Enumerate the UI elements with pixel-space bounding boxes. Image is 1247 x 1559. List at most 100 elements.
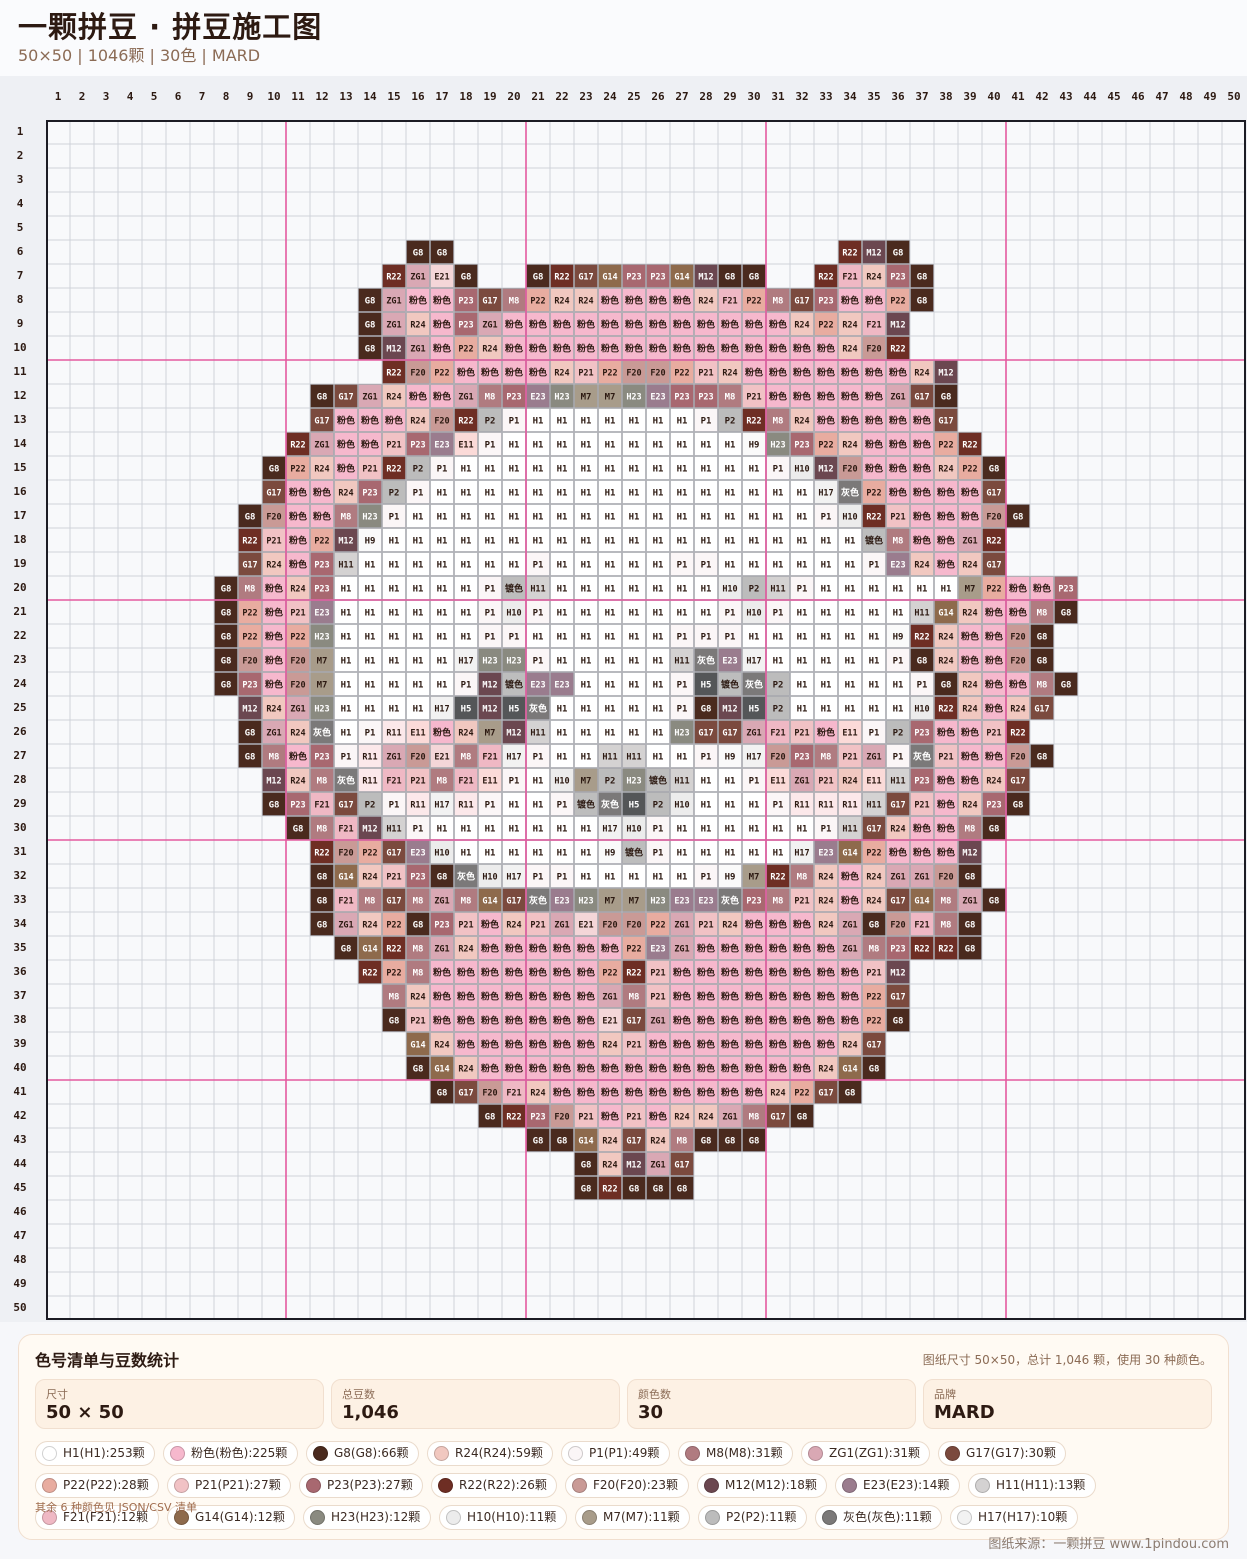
bead-cell[interactable]: H1 [454, 840, 478, 864]
bead-cell[interactable]: 粉色 [958, 744, 982, 768]
bead-cell[interactable]: M8 [502, 288, 526, 312]
bead-cell[interactable]: R24 [670, 1104, 694, 1128]
bead-cell[interactable]: G17 [574, 264, 598, 288]
bead-cell[interactable]: P1 [646, 816, 670, 840]
bead-cell[interactable]: H1 [574, 648, 598, 672]
bead-cell[interactable]: 粉色 [502, 1032, 526, 1056]
bead-cell[interactable]: H1 [790, 624, 814, 648]
bead-cell[interactable]: H1 [622, 672, 646, 696]
bead-cell[interactable]: G8 [958, 936, 982, 960]
bead-cell[interactable]: H1 [670, 816, 694, 840]
bead-cell[interactable]: R22 [934, 936, 958, 960]
bead-cell[interactable]: G8 [790, 1104, 814, 1128]
bead-cell[interactable]: E23 [310, 600, 334, 624]
bead-cell[interactable]: F21 [502, 1080, 526, 1104]
bead-cell[interactable]: R24 [814, 912, 838, 936]
bead-cell[interactable]: H1 [550, 576, 574, 600]
bead-cell[interactable]: M12 [718, 696, 742, 720]
bead-cell[interactable]: G8 [1006, 792, 1030, 816]
bead-cell[interactable]: 粉色 [958, 768, 982, 792]
bead-cell[interactable]: H17 [430, 792, 454, 816]
bead-cell[interactable]: P1 [886, 744, 910, 768]
bead-cell[interactable]: H1 [694, 600, 718, 624]
bead-cell[interactable]: H1 [502, 432, 526, 456]
bead-cell[interactable]: H1 [550, 552, 574, 576]
bead-cell[interactable]: ZG1 [382, 744, 406, 768]
bead-cell[interactable]: H23 [622, 768, 646, 792]
bead-cell[interactable]: G8 [526, 1128, 550, 1152]
bead-cell[interactable]: M12 [862, 240, 886, 264]
bead-cell[interactable]: F20 [430, 408, 454, 432]
bead-cell[interactable]: H1 [790, 672, 814, 696]
bead-cell[interactable]: 粉色 [598, 288, 622, 312]
bead-cell[interactable]: 粉色 [430, 384, 454, 408]
bead-cell[interactable]: 粉色 [598, 312, 622, 336]
bead-cell[interactable]: H1 [430, 576, 454, 600]
color-chip[interactable]: P21(P21):27颗 [167, 1473, 291, 1498]
bead-cell[interactable]: R24 [838, 432, 862, 456]
bead-cell[interactable]: H10 [502, 600, 526, 624]
bead-cell[interactable]: F21 [718, 288, 742, 312]
bead-cell[interactable]: H1 [790, 480, 814, 504]
bead-cell[interactable]: 粉色 [550, 1032, 574, 1056]
bead-cell[interactable]: P1 [454, 672, 478, 696]
bead-cell[interactable]: R24 [958, 672, 982, 696]
bead-cell[interactable]: R22 [358, 960, 382, 984]
bead-cell[interactable]: 粉色 [550, 936, 574, 960]
bead-cell[interactable]: H1 [406, 624, 430, 648]
bead-cell[interactable]: G14 [934, 600, 958, 624]
bead-cell[interactable]: 粉色 [670, 288, 694, 312]
bead-cell[interactable]: P23 [694, 384, 718, 408]
bead-cell[interactable]: H1 [766, 528, 790, 552]
bead-cell[interactable]: ZG1 [430, 936, 454, 960]
bead-cell[interactable]: F20 [838, 456, 862, 480]
bead-cell[interactable]: H1 [550, 600, 574, 624]
bead-cell[interactable]: 灰色 [598, 792, 622, 816]
bead-cell[interactable]: R24 [286, 576, 310, 600]
bead-cell[interactable]: P22 [598, 960, 622, 984]
bead-cell[interactable]: 粉色 [286, 744, 310, 768]
bead-cell[interactable]: R24 [574, 288, 598, 312]
bead-cell[interactable]: R22 [934, 696, 958, 720]
bead-cell[interactable]: P1 [670, 696, 694, 720]
bead-cell[interactable]: M8 [406, 936, 430, 960]
bead-cell[interactable]: P1 [670, 552, 694, 576]
bead-cell[interactable]: P23 [622, 264, 646, 288]
bead-cell[interactable]: H1 [574, 600, 598, 624]
bead-cell[interactable]: R24 [838, 312, 862, 336]
bead-cell[interactable]: H1 [502, 840, 526, 864]
bead-cell[interactable]: R22 [742, 408, 766, 432]
bead-cell[interactable]: R24 [646, 1128, 670, 1152]
bead-cell[interactable]: H1 [622, 864, 646, 888]
bead-cell[interactable]: 灰色 [334, 768, 358, 792]
bead-cell[interactable]: 粉色 [454, 1008, 478, 1032]
bead-cell[interactable]: 粉色 [1030, 576, 1054, 600]
bead-cell[interactable]: H1 [646, 432, 670, 456]
bead-cell[interactable]: H1 [382, 528, 406, 552]
bead-cell[interactable]: P1 [358, 720, 382, 744]
bead-cell[interactable]: H1 [814, 600, 838, 624]
bead-cell[interactable]: H1 [358, 624, 382, 648]
bead-cell[interactable]: 粉色 [262, 648, 286, 672]
bead-cell[interactable]: 粉色 [814, 336, 838, 360]
bead-cell[interactable]: P1 [670, 624, 694, 648]
bead-cell[interactable]: 粉色 [574, 936, 598, 960]
bead-cell[interactable]: H1 [382, 624, 406, 648]
bead-cell[interactable]: H17 [742, 648, 766, 672]
bead-cell[interactable]: M8 [310, 768, 334, 792]
bead-cell[interactable]: 粉色 [742, 912, 766, 936]
bead-cell[interactable]: G8 [934, 672, 958, 696]
bead-cell[interactable]: 粉色 [982, 600, 1006, 624]
bead-cell[interactable]: R11 [382, 720, 406, 744]
bead-cell[interactable]: H1 [574, 456, 598, 480]
bead-cell[interactable]: M8 [958, 816, 982, 840]
bead-cell[interactable]: R24 [310, 456, 334, 480]
bead-cell[interactable]: P22 [670, 360, 694, 384]
bead-cell[interactable]: G14 [910, 888, 934, 912]
bead-cell[interactable]: H1 [574, 480, 598, 504]
bead-cell[interactable]: R24 [550, 288, 574, 312]
bead-cell[interactable]: G8 [718, 1128, 742, 1152]
bead-cell[interactable]: H1 [718, 552, 742, 576]
bead-cell[interactable]: R22 [1006, 720, 1030, 744]
bead-cell[interactable]: P1 [694, 744, 718, 768]
